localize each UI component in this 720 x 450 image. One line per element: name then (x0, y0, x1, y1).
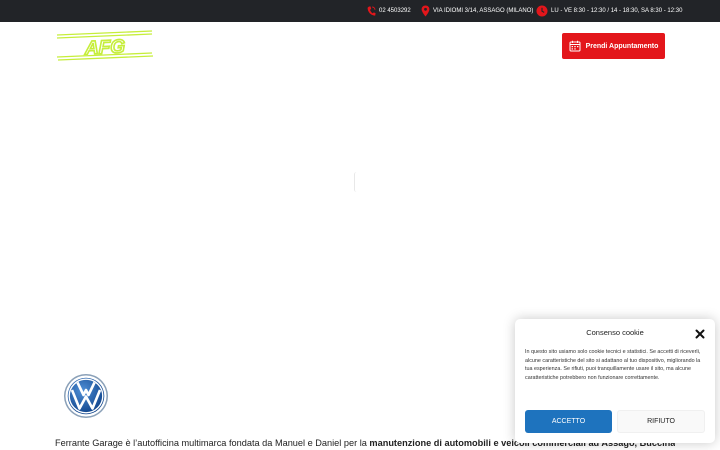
clock-icon (536, 5, 548, 17)
calendar-icon (569, 40, 581, 52)
phone-number: 02 4503292 (379, 8, 411, 14)
address-contact[interactable]: VIA IDIOMI 3/14, ASSAGO (MILANO) (421, 0, 533, 22)
top-info-bar: 02 4503292 VIA IDIOMI 3/14, ASSAGO (MILA… (0, 0, 720, 22)
site-logo[interactable]: AFG (55, 30, 155, 62)
hours-text: LU - VE 8:30 - 12:30 / 14 - 18:30, SA 8:… (551, 8, 683, 14)
address-text: VIA IDIOMI 3/14, ASSAGO (MILANO) (433, 8, 534, 14)
loading-indicator (354, 172, 359, 192)
cookie-consent-dialog: Consenso cookie In questo sito usiamo so… (515, 319, 715, 443)
cta-label: Prendi Appuntamento (585, 42, 659, 50)
location-pin-icon (421, 5, 430, 17)
phone-icon (367, 6, 376, 16)
reject-cookies-button[interactable]: RIFIUTO (617, 410, 705, 433)
intro-text: Ferrante Garage è l’autofficina multimar… (55, 438, 370, 448)
cookie-title: Consenso cookie (586, 328, 644, 337)
opening-hours: LU - VE 8:30 - 12:30 / 14 - 18:30, SA 8:… (536, 0, 682, 22)
phone-contact[interactable]: 02 4503292 (367, 0, 411, 22)
logo-text: AFG (84, 36, 125, 59)
book-appointment-button[interactable]: Prendi Appuntamento (562, 33, 665, 59)
cookie-message: In questo sito usiamo solo cookie tecnic… (525, 349, 701, 382)
close-icon[interactable] (694, 327, 706, 339)
accept-cookies-button[interactable]: ACCETTO (525, 410, 612, 433)
volkswagen-logo (63, 373, 109, 419)
